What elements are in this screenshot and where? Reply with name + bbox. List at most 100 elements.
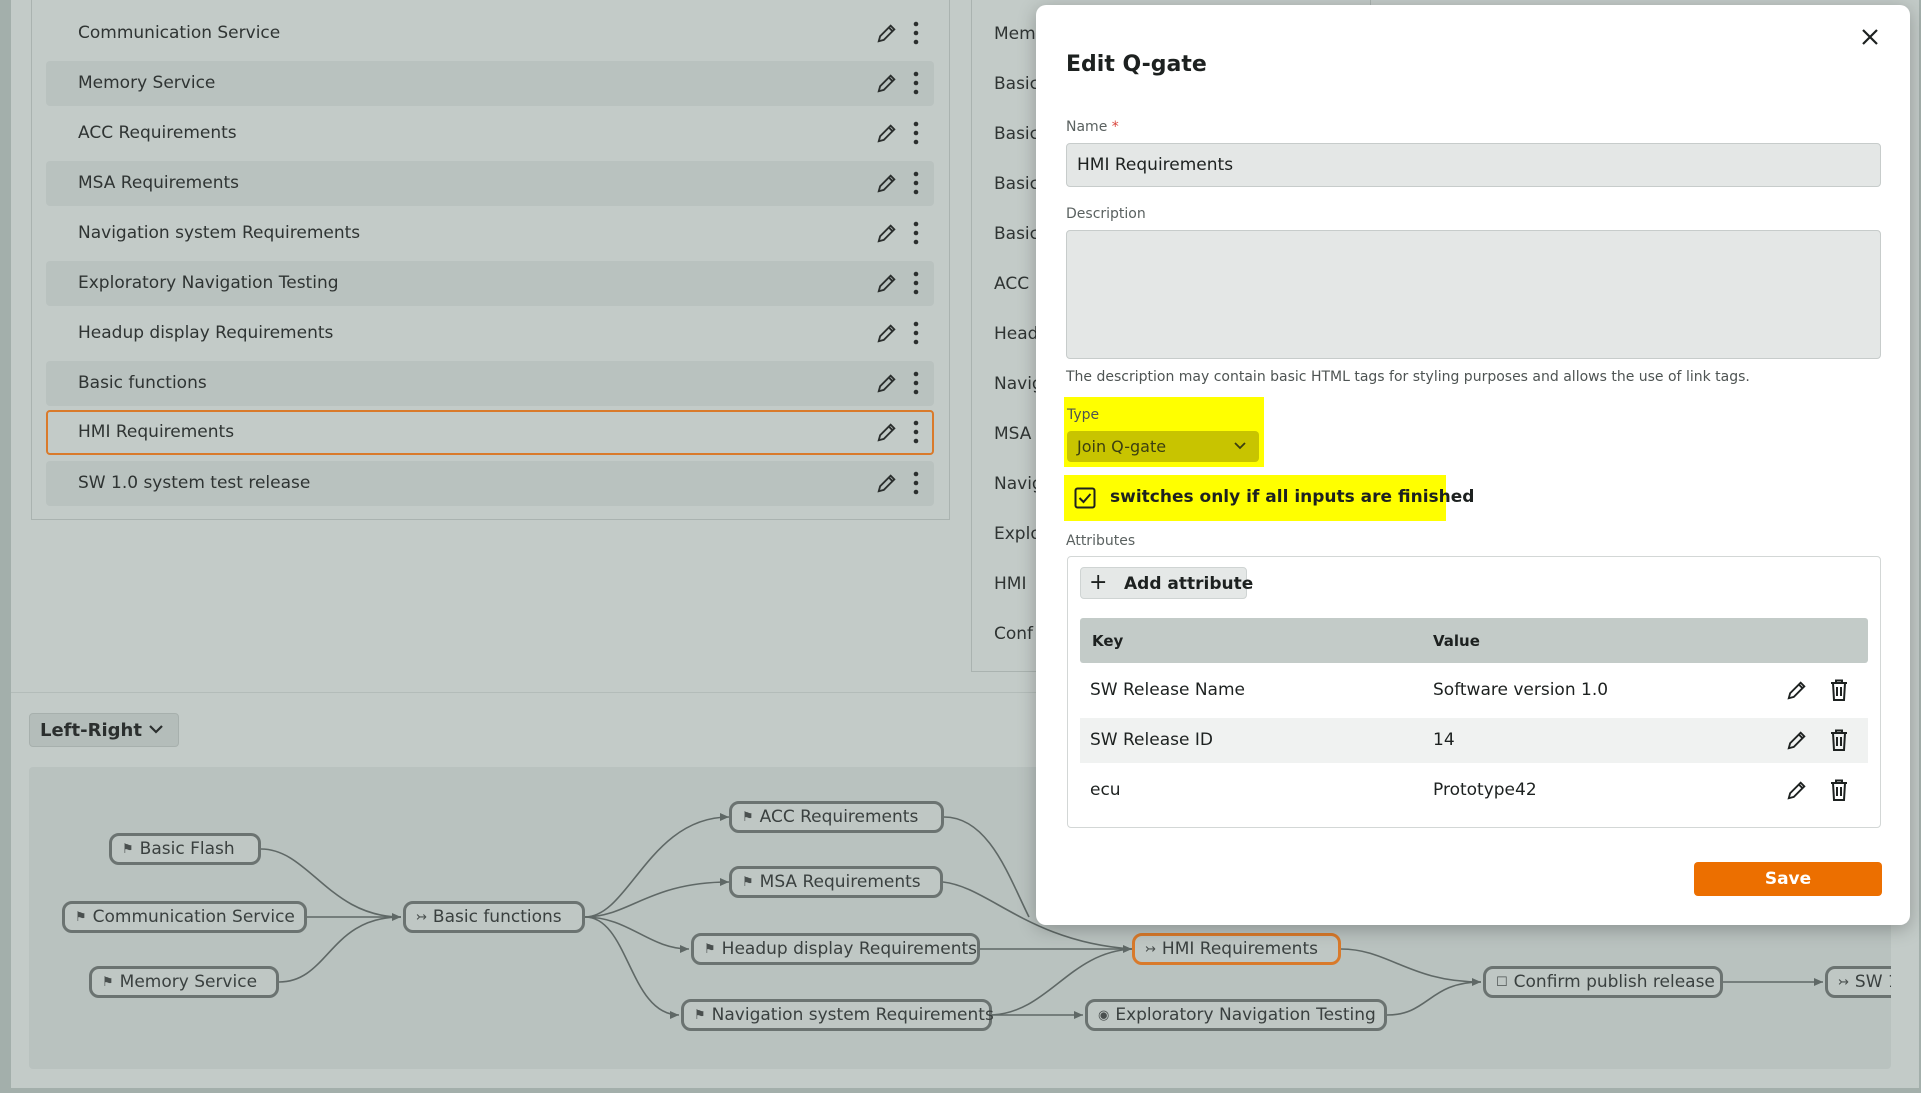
save-button[interactable]: Save [1694, 862, 1882, 896]
radio-icon: ◉ [1098, 1007, 1110, 1023]
add-attribute-label: Add attribute [1124, 574, 1254, 594]
list-item[interactable]: MSA Requirements [46, 161, 934, 206]
list-item-label[interactable]: MSA [994, 424, 1031, 444]
edit-icon[interactable] [876, 322, 898, 344]
graph-node-headup-display-requirements[interactable]: ⚑ Headup display Requirements [691, 933, 980, 965]
checkbox-checked-icon[interactable] [1074, 487, 1096, 509]
layout-direction-select[interactable]: Left-Right [29, 713, 179, 747]
list-item[interactable]: Memory Service [46, 61, 934, 106]
attributes-label: Attributes [1066, 533, 1136, 549]
list-item[interactable]: Navigation system Requirements [46, 211, 934, 256]
graph-node-sw-release[interactable]: ↣ SW 1. [1825, 966, 1891, 998]
table-row: SW Release Name Software version 1.0 [1080, 668, 1868, 713]
attributes-section: + Add attribute Key Value SW Release Nam… [1067, 556, 1881, 828]
graph-node-basic-flash[interactable]: ⚑ Basic Flash [109, 833, 261, 865]
table-row: ecu Prototype42 [1080, 768, 1868, 813]
column-header-key: Key [1092, 632, 1124, 650]
list-item-label: Communication Service [78, 23, 281, 43]
description-hint: The description may contain basic HTML t… [1066, 369, 1750, 385]
graph-node-basic-functions[interactable]: ↣ Basic functions [403, 901, 585, 933]
edit-icon[interactable] [876, 22, 898, 44]
list-item-label: ACC Requirements [78, 123, 237, 143]
graph-node-label: Confirm publish release [1513, 972, 1715, 992]
list-item[interactable]: Basic functions [46, 361, 934, 406]
more-options-icon[interactable] [912, 220, 920, 246]
type-value: Join Q-gate [1077, 437, 1167, 456]
list-item-label[interactable]: Basic [994, 174, 1039, 194]
list-item-label[interactable]: Basic [994, 74, 1039, 94]
more-options-icon[interactable] [912, 470, 920, 496]
list-item[interactable]: ACC Requirements [46, 111, 934, 156]
list-item[interactable]: SW 1.0 system test release [46, 461, 934, 506]
more-options-icon[interactable] [912, 70, 920, 96]
attribute-value: Prototype42 [1433, 780, 1537, 800]
edit-icon[interactable] [876, 172, 898, 194]
more-options-icon[interactable] [912, 170, 920, 196]
list-item-label[interactable]: ACC [994, 274, 1029, 294]
close-icon[interactable] [1856, 23, 1884, 51]
graph-node-navigation-system-requirements[interactable]: ⚑ Navigation system Requirements [681, 999, 994, 1031]
edit-icon[interactable] [876, 222, 898, 244]
trash-icon[interactable] [1828, 728, 1850, 752]
more-options-icon[interactable] [912, 370, 920, 396]
edit-icon[interactable] [1786, 679, 1808, 701]
list-item-label: SW 1.0 system test release [78, 473, 311, 493]
more-options-icon[interactable] [912, 270, 920, 296]
trash-icon[interactable] [1828, 678, 1850, 702]
more-options-icon[interactable] [912, 120, 920, 146]
list-item-label[interactable]: Head [994, 324, 1038, 344]
graph-node-communication-service[interactable]: ⚑ Communication Service [62, 901, 307, 933]
more-options-icon[interactable] [912, 320, 920, 346]
edit-icon[interactable] [876, 421, 898, 443]
edit-icon[interactable] [876, 72, 898, 94]
graph-node-label: Basic functions [432, 907, 562, 927]
graph-node-hmi-requirements[interactable]: ↣ HMI Requirements [1132, 933, 1341, 965]
name-label: Name * [1066, 119, 1119, 135]
edit-icon[interactable] [876, 372, 898, 394]
required-mark: * [1111, 119, 1119, 135]
list-item-label[interactable]: Basic [994, 124, 1039, 144]
switch-condition-label[interactable]: switches only if all inputs are finished [1110, 487, 1474, 507]
graph-node-msa-requirements[interactable]: ⚑ MSA Requirements [729, 866, 943, 898]
edit-icon[interactable] [1786, 779, 1808, 801]
flag-icon: ⚑ [694, 1007, 706, 1023]
list-item-label[interactable]: Conf [994, 624, 1033, 644]
flag-icon: ⚑ [102, 974, 114, 990]
list-item[interactable]: Exploratory Navigation Testing [46, 261, 934, 306]
description-input[interactable] [1066, 230, 1881, 359]
edit-icon[interactable] [876, 472, 898, 494]
qgate-list-panel: Communication Service Memory Service ACC… [31, 0, 950, 520]
list-item-label[interactable]: HMI [994, 574, 1026, 594]
graph-node-label: SW 1. [1854, 972, 1891, 992]
plus-icon: + [1089, 570, 1108, 595]
trash-icon[interactable] [1828, 778, 1850, 802]
graph-node-acc-requirements[interactable]: ⚑ ACC Requirements [729, 801, 944, 833]
more-options-icon[interactable] [912, 419, 920, 445]
name-input[interactable] [1066, 143, 1881, 187]
list-item-label[interactable]: Mem [994, 24, 1036, 44]
list-item[interactable]: Communication Service [46, 11, 934, 56]
graph-node-exploratory-navigation-testing[interactable]: ◉ Exploratory Navigation Testing [1085, 999, 1387, 1031]
list-item[interactable]: Headup display Requirements [46, 311, 934, 356]
graph-node-label: Headup display Requirements [721, 939, 978, 959]
list-item-label: Exploratory Navigation Testing [78, 273, 339, 293]
graph-node-label: Navigation system Requirements [711, 1005, 994, 1025]
graph-node-label: Memory Service [119, 972, 258, 992]
edit-icon[interactable] [1786, 729, 1808, 751]
edit-icon[interactable] [876, 122, 898, 144]
more-options-icon[interactable] [912, 20, 920, 46]
list-item-selected[interactable]: HMI Requirements [46, 410, 934, 455]
dialog-title: Edit Q-gate [1066, 52, 1207, 77]
edit-qgate-dialog: Edit Q-gate Name * Description The descr… [1036, 5, 1910, 925]
add-attribute-button[interactable]: + Add attribute [1080, 567, 1253, 599]
join-icon: ↣ [416, 909, 427, 925]
list-item-label[interactable]: Basic [994, 224, 1039, 244]
column-header-value: Value [1433, 632, 1480, 650]
list-item-label[interactable]: Explo [994, 524, 1041, 544]
attribute-value: Software version 1.0 [1433, 680, 1609, 700]
type-select[interactable]: Join Q-gate [1067, 431, 1259, 462]
graph-node-confirm-publish-release[interactable]: ☐ Confirm publish release [1483, 966, 1723, 998]
edit-icon[interactable] [876, 272, 898, 294]
layout-direction-value: Left-Right [40, 720, 142, 741]
graph-node-memory-service[interactable]: ⚑ Memory Service [89, 966, 279, 998]
